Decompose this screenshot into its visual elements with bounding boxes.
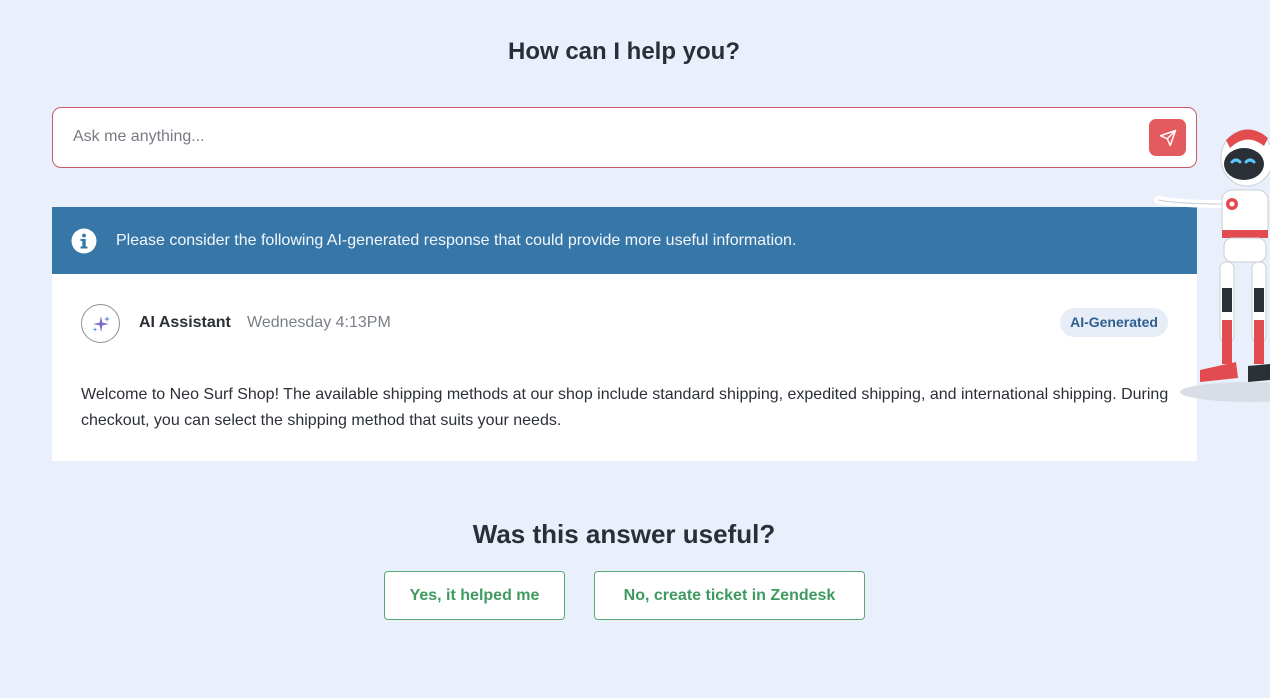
sparkle-icon — [92, 315, 110, 332]
helpful-yes-button[interactable]: Yes, it helped me — [384, 571, 565, 620]
search-input[interactable] — [73, 108, 1133, 166]
info-icon — [71, 228, 97, 254]
assistant-name: AI Assistant — [139, 314, 231, 331]
message-timestamp: Wednesday 4:13PM — [247, 314, 391, 331]
response-message: Welcome to Neo Surf Shop! The available … — [81, 386, 1169, 429]
search-box — [52, 107, 1197, 168]
help-page: How can I help you? Please consider the … — [0, 0, 1270, 698]
assistant-avatar — [81, 304, 120, 343]
banner-text: Please consider the following AI-generat… — [116, 231, 797, 249]
feedback-title: Was this answer useful? — [472, 519, 776, 549]
ai-notice-banner: Please consider the following AI-generat… — [52, 207, 1197, 274]
robot-mascot — [1154, 129, 1270, 402]
page-title: How can I help you? — [507, 38, 741, 65]
create-ticket-button[interactable]: No, create ticket in Zendesk — [594, 571, 865, 620]
ai-response-card: AI Assistant Wednesday 4:13PM AI-Generat… — [52, 274, 1197, 461]
